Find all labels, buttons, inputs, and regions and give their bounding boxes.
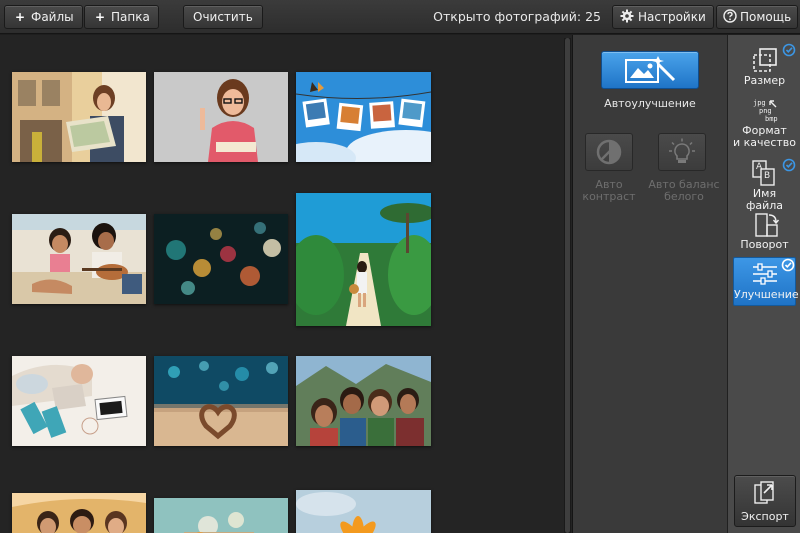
check-badge-icon — [781, 258, 795, 272]
help-button[interactable]: Помощь — [716, 5, 799, 29]
format-conversion-icon: jpg png bmp — [733, 98, 796, 125]
photo-count-text: Открыто фотографий: 25 — [433, 9, 601, 24]
photo-image — [12, 493, 146, 533]
plus-icon: + — [14, 10, 26, 24]
photo-gallery — [0, 35, 572, 533]
gallery-scroll-thumb[interactable] — [565, 38, 570, 533]
auto-enhance-label: Автоулучшение — [604, 97, 696, 110]
plus-icon: + — [94, 10, 106, 24]
auto-enhance-button[interactable] — [601, 51, 699, 89]
photo-image — [154, 356, 288, 446]
question-icon — [723, 9, 737, 23]
tool-format-quality[interactable]: jpg png bmp Формат и качество — [733, 98, 796, 150]
check-badge-icon — [782, 43, 796, 57]
format-icon-bmp: bmp — [765, 115, 778, 123]
settings-button[interactable]: Настройки — [612, 5, 714, 29]
auto-contrast-label-line2: контраст — [582, 190, 636, 203]
gallery-scrollbar[interactable] — [564, 38, 571, 533]
rotate-icon — [754, 213, 779, 237]
tool-format-label-line2: и качество — [733, 136, 796, 149]
photo-thumbnail[interactable] — [12, 356, 146, 446]
enhance-panel: Автоулучшение Авто контраст Авто баланс … — [572, 35, 727, 533]
auto-white-balance-button[interactable] — [658, 133, 706, 171]
auto-wb-label-line2: белого — [664, 190, 704, 203]
photo-image — [296, 490, 431, 533]
photo-image — [12, 214, 146, 304]
photo-thumbnail[interactable] — [296, 490, 431, 533]
tool-resize-label: Размер — [743, 74, 786, 87]
settings-label: Настройки — [638, 10, 706, 24]
photo-thumbnail[interactable] — [154, 72, 288, 162]
tool-rotate-label: Поворот — [740, 238, 789, 251]
photo-image — [154, 214, 288, 304]
format-icon-jpg: jpg — [753, 99, 766, 107]
photo-thumbnail[interactable] — [12, 72, 146, 162]
photo-image — [296, 72, 431, 162]
tool-filename[interactable]: A B Имя файла — [733, 158, 796, 212]
auto-white-balance-label: Авто баланс белого — [645, 179, 723, 203]
export-button[interactable]: Экспорт — [734, 475, 796, 527]
tool-enhance-label: Улучшение — [734, 288, 799, 301]
photo-image — [154, 498, 288, 533]
add-folder-button[interactable]: + Папка — [84, 5, 159, 29]
photo-thumbnail[interactable] — [12, 214, 146, 304]
export-label: Экспорт — [741, 510, 789, 523]
sliders-icon — [752, 263, 777, 285]
photo-thumbnail[interactable] — [296, 72, 431, 162]
rename-icon-letter-b: B — [764, 171, 771, 181]
export-icon — [754, 481, 774, 504]
tool-rotate[interactable]: Поворот — [733, 211, 796, 253]
photo-thumbnail[interactable] — [154, 214, 288, 304]
photo-image — [12, 72, 146, 162]
photo-image — [296, 193, 431, 326]
format-icon-png: png — [759, 107, 772, 115]
photo-image — [12, 356, 146, 446]
arrow-icon — [769, 100, 777, 108]
lightbulb-icon — [669, 138, 695, 163]
photo-image — [296, 356, 431, 446]
clear-label: Очистить — [193, 10, 253, 24]
gear-icon — [620, 9, 634, 23]
photo-thumbnail[interactable] — [296, 193, 431, 326]
tool-filename-label: Имя файла — [745, 187, 784, 212]
add-folder-label: Папка — [111, 10, 150, 24]
auto-contrast-label: Авто контраст — [577, 179, 641, 203]
tools-sidebar: Размер jpg png bmp Формат и качество A B… — [727, 35, 800, 533]
tool-enhance[interactable]: Улучшение — [733, 257, 799, 306]
add-files-label: Файлы — [31, 10, 74, 24]
help-label: Помощь — [740, 10, 792, 24]
add-files-button[interactable]: + Файлы — [4, 5, 83, 29]
tool-resize[interactable]: Размер — [733, 43, 796, 91]
photo-thumbnail[interactable] — [296, 356, 431, 446]
magic-wand-image-icon — [625, 56, 676, 83]
photo-thumbnail[interactable] — [12, 493, 146, 533]
rename-icon-letter-a: A — [756, 162, 763, 172]
check-badge-icon — [782, 158, 796, 172]
resize-icon — [752, 48, 777, 72]
clear-button[interactable]: Очистить — [183, 5, 263, 29]
top-toolbar: + Файлы + Папка Очистить Открыто фотографи… — [0, 0, 800, 34]
contrast-icon — [596, 139, 622, 165]
auto-contrast-button[interactable] — [585, 133, 633, 171]
photo-image — [154, 72, 288, 162]
photo-thumbnail[interactable] — [154, 356, 288, 446]
photo-thumbnail[interactable] — [154, 498, 288, 533]
